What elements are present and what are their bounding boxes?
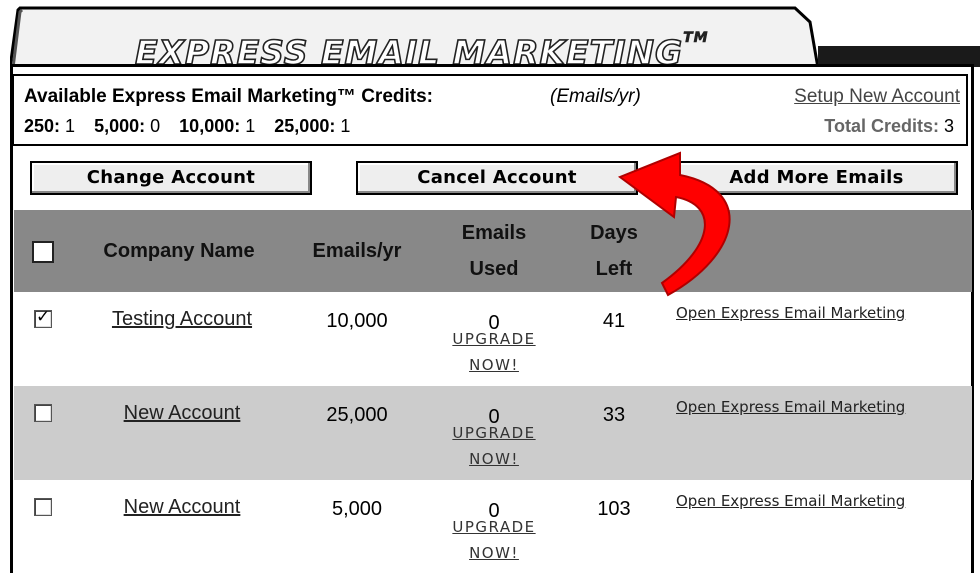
- app-title: EXPRESS EMAIL MARKETINGTM: [134, 30, 709, 73]
- emails-per-year: 5,000: [331, 498, 383, 520]
- open-marketing-link[interactable]: Open Express Email Marketing: [676, 398, 905, 416]
- upgrade-link[interactable]: UPGRADE: [429, 330, 559, 348]
- emails-per-year: 10,000: [326, 310, 388, 332]
- row-checkbox[interactable]: [34, 498, 52, 516]
- row-checkbox[interactable]: ✓: [34, 307, 52, 328]
- app-header-tab: EXPRESS EMAIL MARKETINGTM: [10, 4, 820, 73]
- upgrade-link-now[interactable]: NOW!: [429, 450, 559, 468]
- upgrade-link[interactable]: UPGRADE: [429, 518, 559, 536]
- table-row: New Account 25,000 0 UPGRADE NOW! 33 Ope…: [14, 386, 972, 480]
- credit-tiers: 250: 1 5,000: 0 10,000: 1 25,000: 1: [24, 116, 364, 137]
- tier-value: 1: [340, 116, 351, 136]
- row-checkbox[interactable]: [34, 404, 52, 422]
- upgrade-link[interactable]: UPGRADE: [429, 424, 559, 442]
- checkmark-icon: ✓: [36, 307, 51, 327]
- company-link[interactable]: New Account: [72, 402, 292, 425]
- total-credits: Total Credits: 3: [824, 116, 954, 137]
- tier-label: 10,000:: [179, 116, 241, 136]
- days-left: 41: [602, 310, 626, 332]
- total-credits-label: Total Credits:: [824, 116, 939, 136]
- upgrade-link-now[interactable]: NOW!: [429, 544, 559, 562]
- open-marketing-link[interactable]: Open Express Email Marketing: [676, 492, 905, 510]
- company-link[interactable]: Testing Account: [72, 308, 292, 331]
- days-left: 103: [597, 498, 631, 520]
- tier-label: 250:: [24, 116, 61, 136]
- total-credits-value: 3: [943, 116, 954, 136]
- change-account-button[interactable]: Change Account: [30, 161, 312, 195]
- column-emails: Emails/yr: [312, 240, 402, 262]
- credits-panel: Available Express Email Marketing™ Credi…: [12, 74, 968, 146]
- table-row: ✓ Testing Account 10,000 0 UPGRADE NOW! …: [14, 292, 972, 386]
- table-row: New Account 5,000 0 UPGRADE NOW! 103 Ope…: [14, 480, 972, 574]
- credits-unit: (Emails/yr): [550, 86, 641, 107]
- column-used-line2: Used: [469, 258, 519, 280]
- tier-value: 1: [65, 116, 76, 136]
- tier-label: 25,000:: [274, 116, 336, 136]
- open-marketing-link[interactable]: Open Express Email Marketing: [676, 304, 905, 322]
- column-company: Company Name: [103, 240, 255, 262]
- table-header: Company Name Emails/yr Emails Used Days …: [14, 210, 972, 292]
- cancel-account-button[interactable]: Cancel Account: [356, 161, 638, 195]
- company-link[interactable]: New Account: [72, 496, 292, 519]
- select-all-checkbox[interactable]: [32, 241, 54, 263]
- upgrade-link-now[interactable]: NOW!: [429, 356, 559, 374]
- column-used-line1: Emails: [461, 222, 527, 244]
- days-left: 33: [602, 404, 626, 426]
- red-arrow-icon: [617, 151, 731, 297]
- credits-title: Available Express Email Marketing™ Credi…: [24, 86, 434, 107]
- tier-value: 1: [245, 116, 256, 136]
- emails-per-year: 25,000: [326, 404, 388, 426]
- tier-label: 5,000:: [94, 116, 146, 136]
- setup-new-account-link[interactable]: Setup New Account: [794, 86, 960, 108]
- tier-value: 0: [150, 116, 161, 136]
